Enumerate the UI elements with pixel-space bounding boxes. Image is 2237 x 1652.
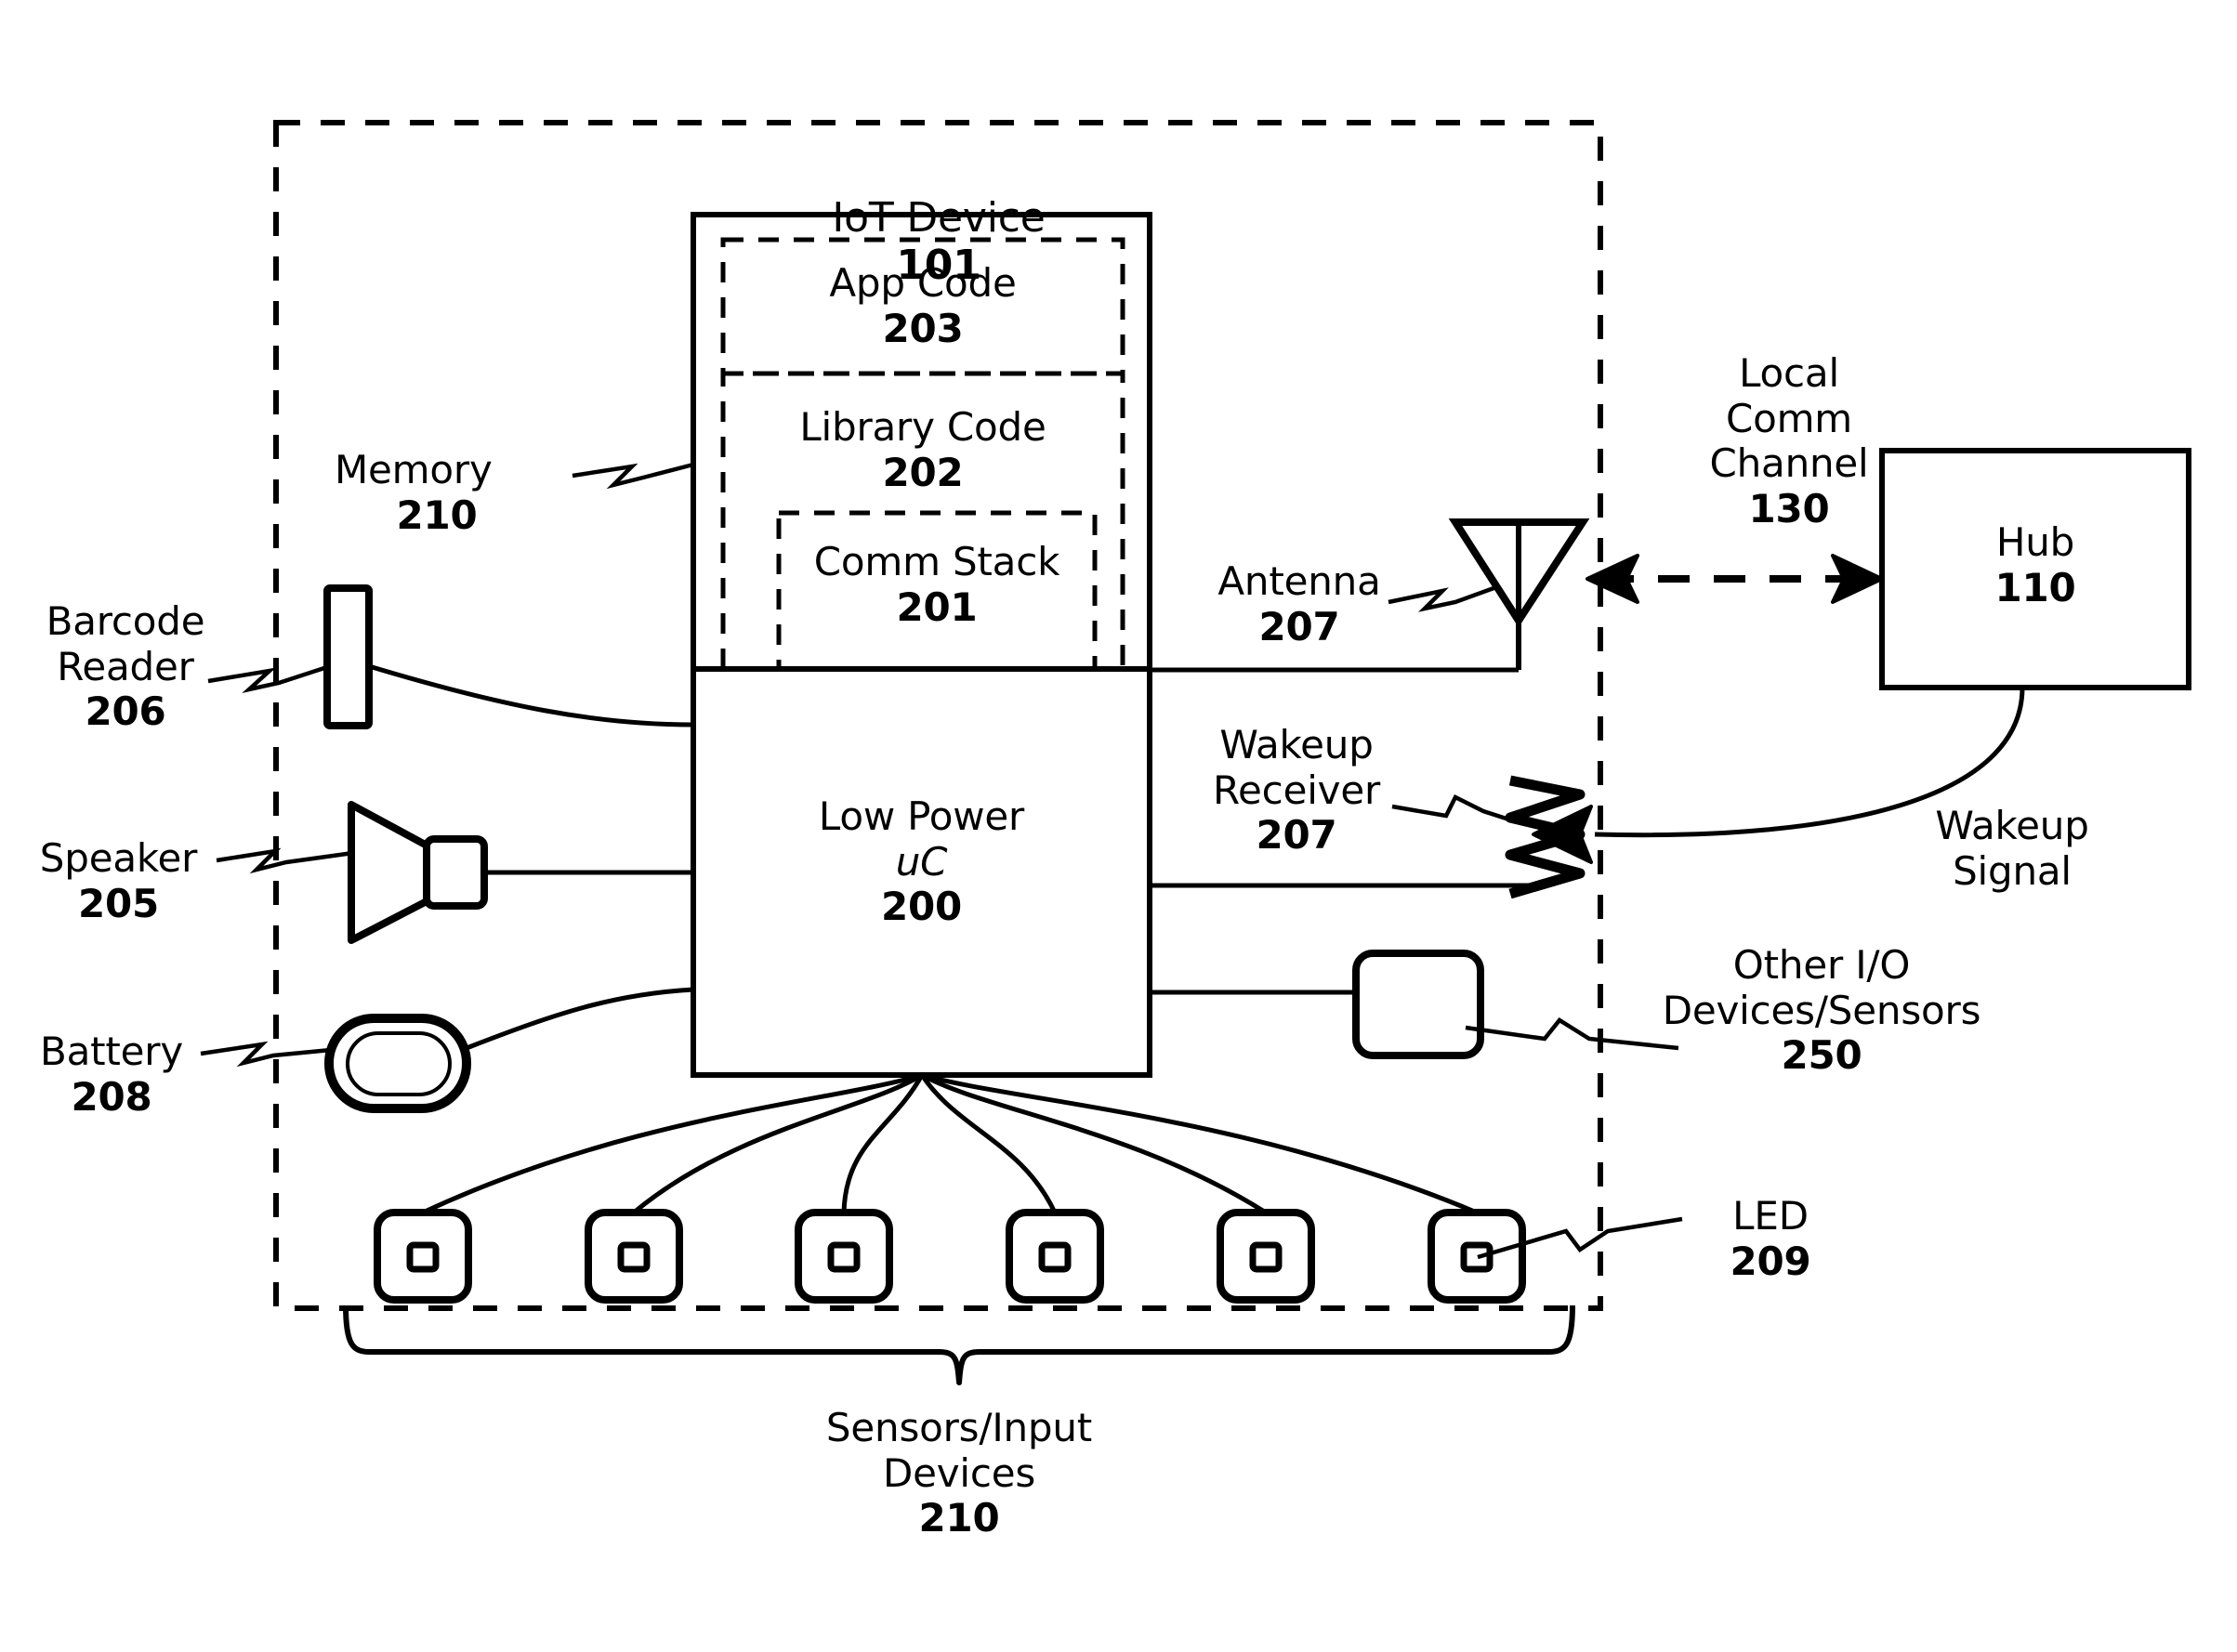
local-comm-channel-name: Local Comm Channel [1709, 350, 1869, 487]
barcode-reader-icon [323, 584, 373, 729]
sensors-group-label: Sensors/Input Devices 210 [773, 1405, 1145, 1541]
comm-stack-name: Comm Stack [813, 539, 1060, 585]
barcode-reader-name: Barcode Reader [46, 598, 205, 689]
app-code-label: App Code 203 [723, 258, 1123, 355]
barcode-reader-ref: 206 [85, 688, 166, 735]
led-item [585, 1209, 683, 1304]
mcu-line2: uC [895, 838, 948, 885]
hub-label: Hub 110 [1882, 519, 2189, 610]
comm-stack-label: Comm Stack 201 [779, 537, 1095, 634]
led-row [374, 1209, 1526, 1304]
local-comm-channel-ref: 130 [1748, 486, 1830, 532]
led-item [795, 1209, 893, 1304]
mcu-ref: 200 [880, 884, 963, 930]
memory-label-name: Memory [335, 447, 493, 492]
led-name: LED [1732, 1193, 1809, 1239]
library-code-name: Library Code [799, 404, 1046, 451]
app-code-name: App Code [829, 260, 1017, 307]
speaker-icon [348, 801, 434, 944]
memory-label-ref: 210 [396, 492, 478, 538]
leader-other-io [1465, 1017, 1679, 1051]
led-label: LED 209 [1682, 1193, 1859, 1284]
wire-led-6 [921, 1072, 1478, 1215]
low-power-mcu-label: Low Power uC 200 [693, 793, 1150, 930]
wire-led-5 [920, 1072, 1268, 1215]
wire-barcode-to-mcu [368, 663, 694, 728]
leader-speaker [216, 847, 354, 874]
antenna-name: Antenna [1217, 558, 1381, 604]
leader-memory [572, 462, 694, 490]
wakeup-receiver-ref: 207 [1256, 812, 1337, 859]
led-ref: 209 [1730, 1238, 1811, 1284]
wire-battery-to-mcu [466, 987, 694, 1051]
wakeup-signal-label: Wakeup Signal [1887, 803, 2138, 894]
local-comm-channel-label: Local Comm Channel 130 [1664, 350, 1915, 532]
library-code-ref: 202 [882, 450, 964, 495]
sensors-group-brace [343, 1305, 1575, 1385]
mcu-line1: Low Power [818, 793, 1025, 839]
wire-led-2 [632, 1072, 924, 1214]
speaker-body-icon [423, 835, 488, 910]
hub-ref: 110 [1994, 564, 2076, 610]
speaker-label: Speaker 205 [19, 835, 218, 926]
other-io-label: Other I/O Devices/Sensors 250 [1662, 942, 1981, 1079]
led-item [1217, 1209, 1315, 1304]
comm-stack-ref: 201 [896, 584, 978, 630]
speaker-name: Speaker [39, 835, 198, 881]
sensors-group-ref: 210 [918, 1495, 1000, 1541]
diagram-canvas: IoT Device 101 App Code 203 Library Code… [0, 0, 2237, 1652]
sensors-group-name: Sensors/Input Devices [825, 1405, 1093, 1496]
speaker-ref: 205 [77, 880, 160, 926]
iot-device-title-text: IoT Device [832, 194, 1046, 243]
antenna-label: Antenna 207 [1197, 558, 1401, 649]
other-io-name: Other I/O Devices/Sensors [1662, 942, 1981, 1033]
led-item [374, 1209, 472, 1304]
leader-antenna [1388, 584, 1497, 612]
battery-label: Battery 208 [19, 1029, 204, 1120]
led-item [1006, 1209, 1104, 1304]
wakeup-signal-name: Wakeup Signal [1935, 803, 2089, 894]
wakeup-receiver-name: Wakeup Receiver [1212, 722, 1381, 813]
antenna-ref: 207 [1258, 603, 1340, 649]
barcode-reader-label: Barcode Reader 206 [19, 598, 232, 735]
wakeup-receiver-label: Wakeup Receiver 207 [1180, 722, 1413, 859]
led-item [1428, 1209, 1526, 1304]
other-io-icon [1352, 950, 1484, 1059]
leader-battery [200, 1041, 332, 1068]
memory-label: Memory 210 [335, 447, 576, 538]
app-code-ref: 203 [882, 306, 964, 351]
battery-name: Battery [39, 1029, 184, 1074]
library-code-label: Library Code 202 [723, 402, 1123, 499]
hub-name: Hub [1995, 519, 2075, 565]
battery-inner-icon [346, 1031, 452, 1096]
other-io-ref: 250 [1781, 1032, 1862, 1079]
battery-ref: 208 [71, 1073, 152, 1120]
